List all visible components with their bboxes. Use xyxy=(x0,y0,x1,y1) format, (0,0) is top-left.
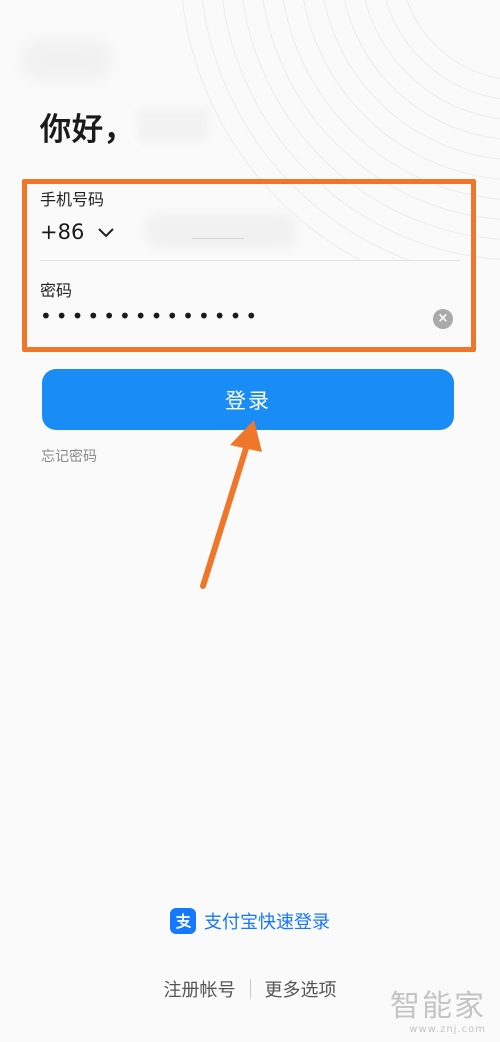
phone-field-label: 手机号码 xyxy=(40,190,105,209)
more-options-link[interactable]: 更多选项 xyxy=(265,976,337,1002)
phone-input-underline xyxy=(192,238,244,239)
forgot-password-link[interactable]: 忘记密码 xyxy=(41,446,97,466)
redacted-area-top xyxy=(22,40,112,80)
clear-icon[interactable]: × xyxy=(433,309,453,329)
watermark: 智能家 www.znj.com xyxy=(390,989,486,1036)
country-code-value: +86 xyxy=(40,220,85,244)
watermark-url: www.znj.com xyxy=(409,1024,486,1035)
login-button[interactable]: 登录 xyxy=(42,369,454,430)
chevron-down-icon xyxy=(98,228,115,238)
quick-login-label: 支付宝快速登录 xyxy=(204,912,330,933)
country-code-selector[interactable]: +86 xyxy=(40,220,116,244)
register-account-link[interactable]: 注册帐号 xyxy=(164,976,236,1002)
password-field-label: 密码 xyxy=(40,281,73,300)
alipay-logo-icon xyxy=(170,908,196,934)
watermark-text: 智能家 xyxy=(390,989,486,1024)
field-divider xyxy=(40,260,460,261)
greeting-title: 你好， xyxy=(40,112,136,148)
phone-number-input[interactable] xyxy=(146,214,296,248)
redacted-username xyxy=(138,108,208,142)
link-separator xyxy=(249,979,251,999)
alipay-quick-login[interactable]: 支付宝快速登录 xyxy=(0,908,500,934)
password-input[interactable]: •••••••••••••• xyxy=(40,304,261,328)
